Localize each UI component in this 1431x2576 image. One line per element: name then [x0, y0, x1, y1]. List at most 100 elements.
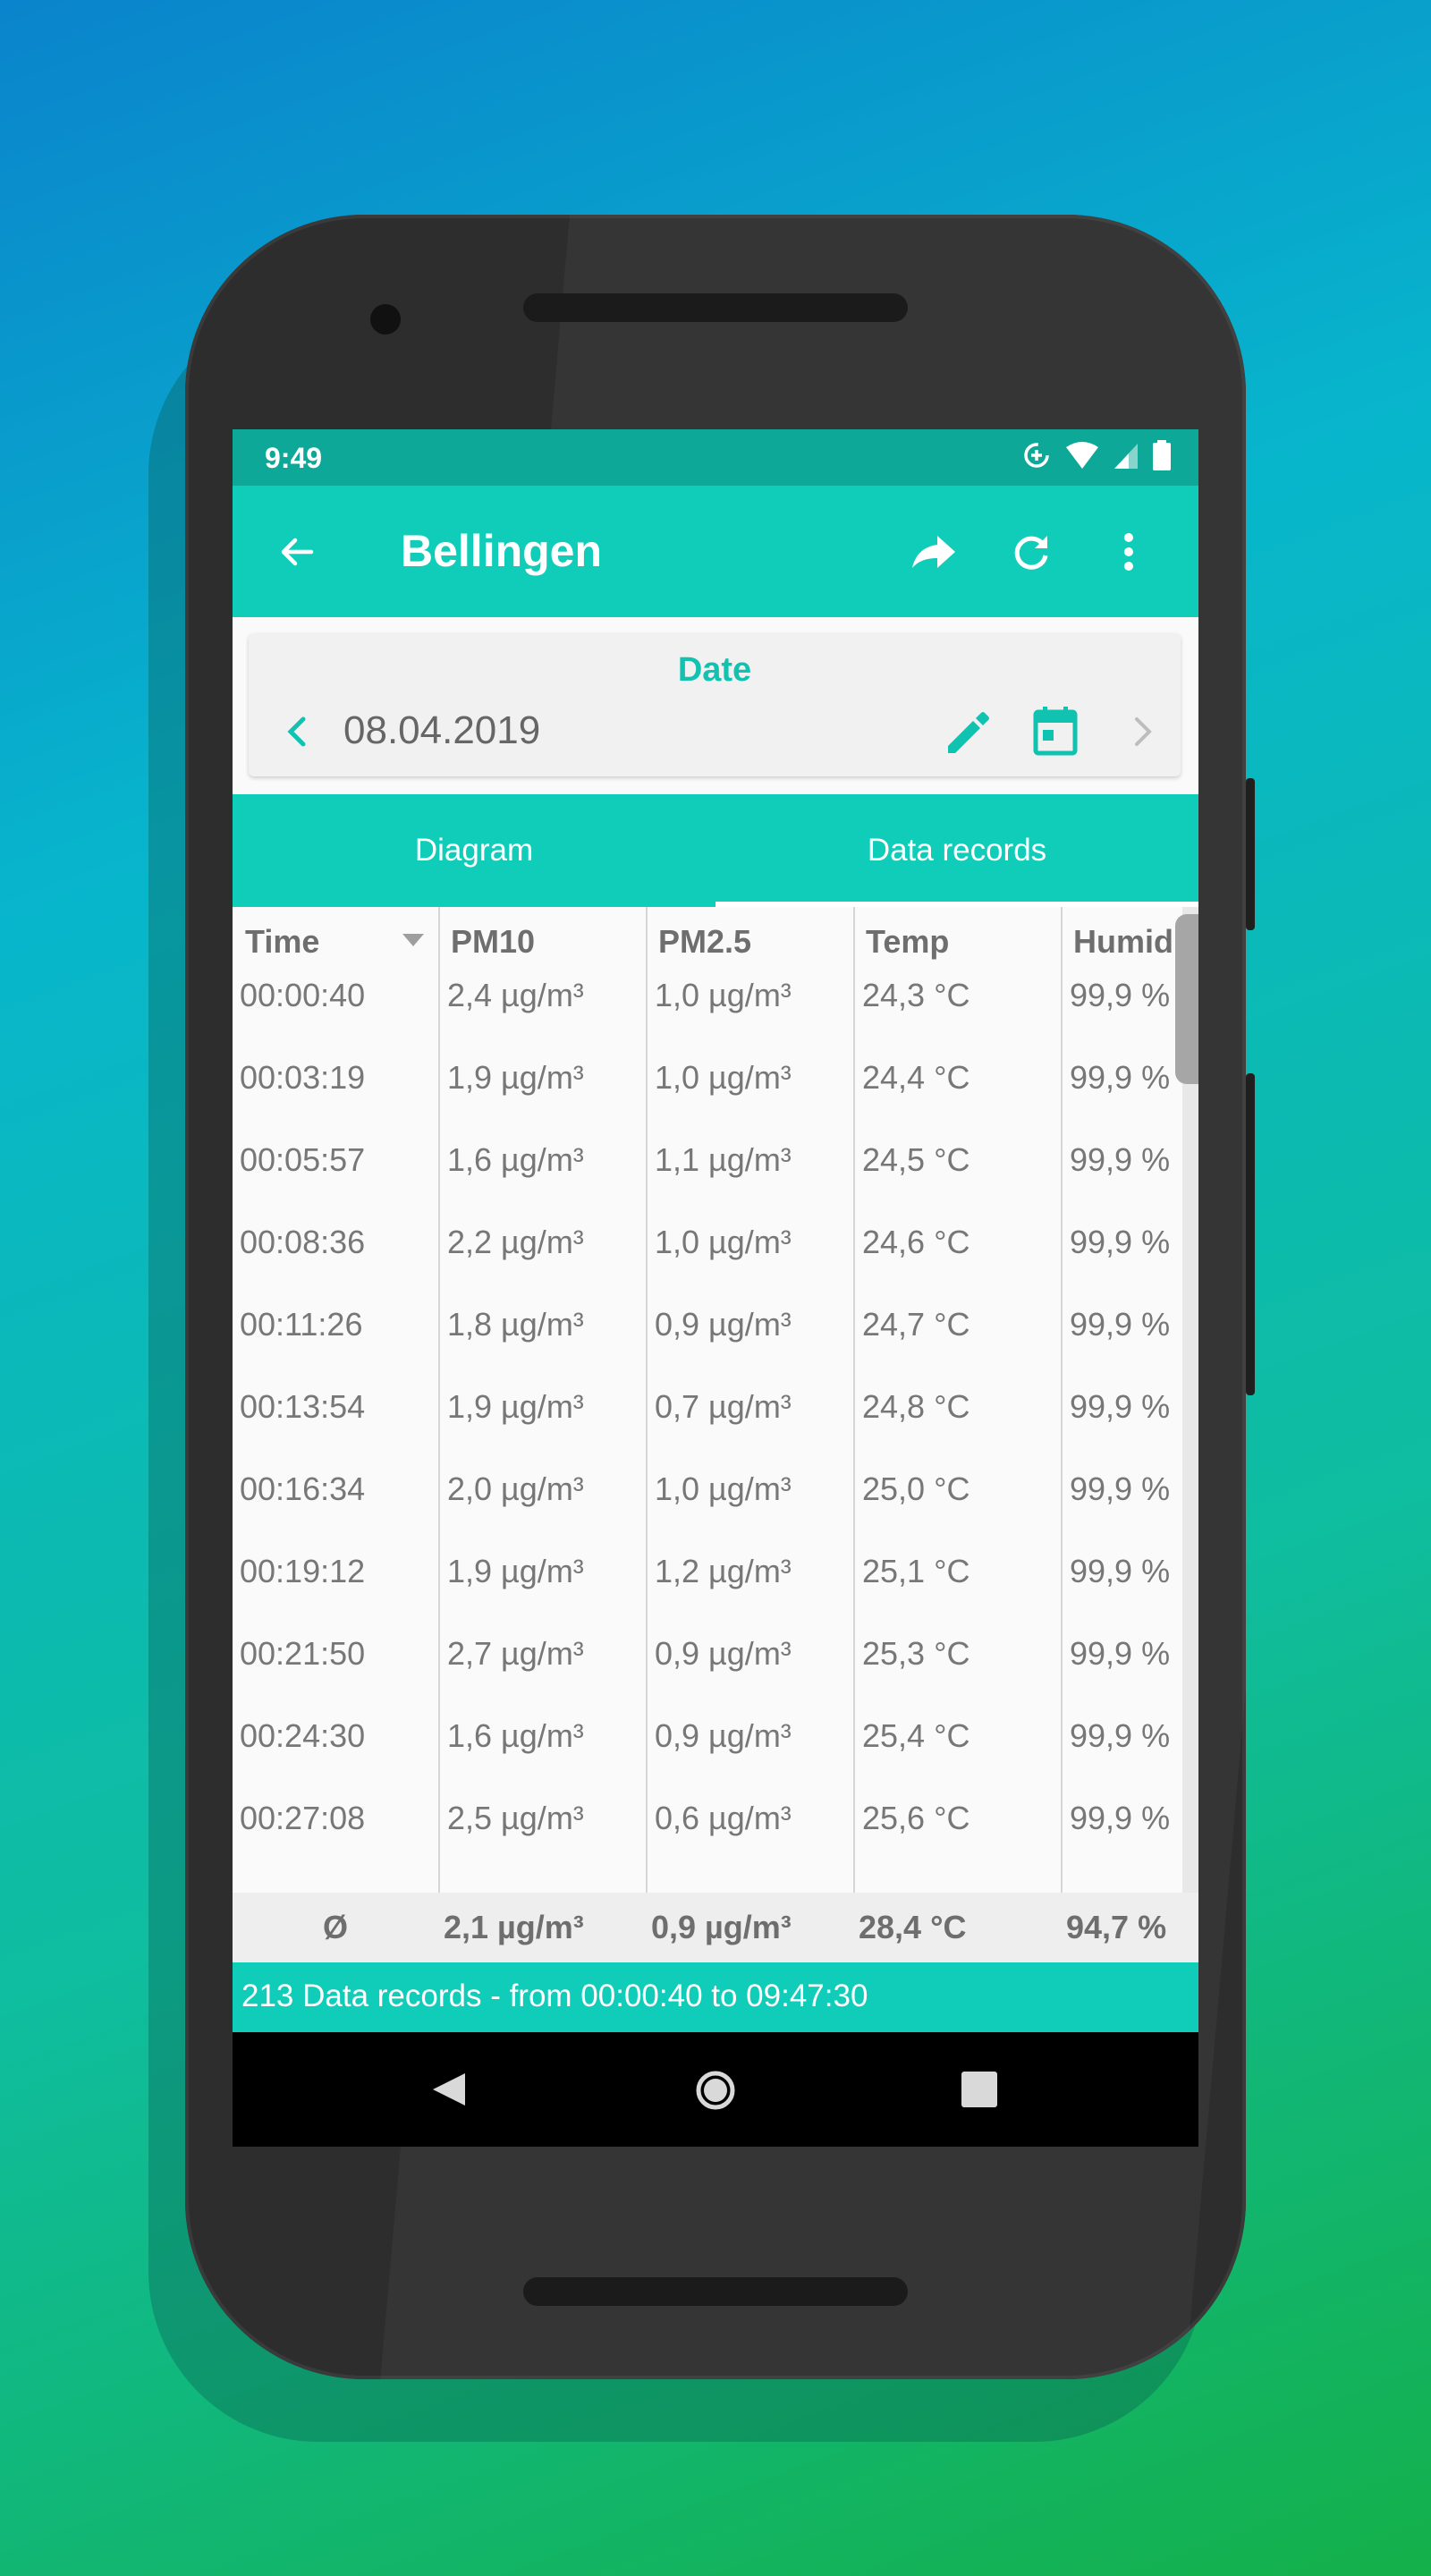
previous-day-button[interactable]	[261, 696, 333, 767]
cell-pm25: 1,0 µg/m³	[655, 977, 792, 1013]
calendar-button[interactable]	[1020, 696, 1091, 767]
next-day-button[interactable]	[1107, 696, 1179, 767]
table-row[interactable]: 00:27:08 2,5 µg/m³ 0,6 µg/m³ 25,6 °C 99,9 %	[233, 1800, 1198, 1882]
date-label: Date	[677, 651, 752, 689]
tab-data-records-label: Data records	[867, 833, 1047, 868]
cell-time: 00:21:50	[240, 1635, 366, 1672]
cell-pm10: 2,5 µg/m³	[447, 1800, 584, 1836]
phone-screen: 9:49 Bellingen Date 08.04.2019 Diagram D…	[233, 429, 1198, 2147]
tab-bar: Diagram Data records	[233, 794, 1198, 907]
cell-pm25: 0,9 µg/m³	[655, 1717, 792, 1754]
table-row[interactable]: 00:11:26 1,8 µg/m³ 0,9 µg/m³ 24,7 °C 99,9 %	[233, 1306, 1198, 1388]
table-row[interactable]: 00:00:40 2,4 µg/m³ 1,0 µg/m³ 24,3 °C 99,9 %	[233, 977, 1198, 1059]
records-summary: 213 Data records - from 00:00:40 to 09:4…	[241, 1979, 868, 2013]
more-vert-icon	[1124, 533, 1133, 571]
nav-recents-icon[interactable]	[961, 2072, 997, 2107]
header-pm10[interactable]: PM10	[451, 923, 535, 961]
status-bar: 9:49	[233, 429, 1198, 486]
date-value[interactable]: 08.04.2019	[343, 708, 540, 753]
cell-humidity: 99,9 %	[1070, 1224, 1171, 1260]
records-summary-bar: 213 Data records - from 00:00:40 to 09:4…	[233, 1962, 1198, 2032]
data-table[interactable]: Time PM10 PM2.5 Temp Humidi 00:00:40 2,4 …	[233, 907, 1198, 1962]
power-button	[1246, 778, 1255, 930]
wifi-icon	[1066, 442, 1098, 469]
bottom-speaker	[523, 2277, 908, 2306]
table-row[interactable]: 00:16:34 2,0 µg/m³ 1,0 µg/m³ 25,0 °C 99,9 %	[233, 1470, 1198, 1553]
average-temp: 28,4 °C	[859, 1909, 967, 1945]
cell-pm10: 1,9 µg/m³	[447, 1059, 584, 1096]
front-camera	[370, 304, 401, 335]
header-time[interactable]: Time	[245, 923, 319, 961]
app-bar: Bellingen	[233, 486, 1198, 617]
cell-temp: 25,0 °C	[862, 1470, 970, 1507]
cell-pm10: 2,7 µg/m³	[447, 1635, 584, 1672]
cell-pm10: 2,2 µg/m³	[447, 1224, 584, 1260]
cell-time: 00:11:26	[240, 1306, 363, 1343]
table-row[interactable]: 00:03:19 1,9 µg/m³ 1,0 µg/m³ 24,4 °C 99,9 %	[233, 1059, 1198, 1141]
cell-pm25: 0,9 µg/m³	[655, 1306, 792, 1343]
signal-icon	[1114, 444, 1138, 469]
cell-humidity: 99,9 %	[1070, 1553, 1171, 1589]
sort-arrow-icon[interactable]	[402, 934, 424, 946]
cell-pm10: 2,4 µg/m³	[447, 977, 584, 1013]
cell-humidity: 99,9 %	[1070, 1635, 1171, 1672]
date-card: Date 08.04.2019	[249, 633, 1181, 776]
cell-temp: 25,6 °C	[862, 1800, 970, 1836]
cell-temp: 24,3 °C	[862, 977, 970, 1013]
header-temp[interactable]: Temp	[866, 923, 949, 961]
nav-home-icon[interactable]	[693, 2068, 738, 2113]
share-button[interactable]	[898, 516, 970, 588]
table-row[interactable]: 00:08:36 2,2 µg/m³ 1,0 µg/m³ 24,6 °C 99,9 %	[233, 1224, 1198, 1306]
back-button[interactable]	[261, 516, 333, 588]
average-pm25: 0,9 µg/m³	[651, 1909, 792, 1945]
cell-temp: 24,7 °C	[862, 1306, 970, 1343]
header-pm25[interactable]: PM2.5	[658, 923, 751, 961]
average-row: Ø 2,1 µg/m³ 0,9 µg/m³ 28,4 °C 94,7 %	[233, 1893, 1198, 1962]
table-row[interactable]: 00:19:12 1,9 µg/m³ 1,2 µg/m³ 25,1 °C 99,9 %	[233, 1553, 1198, 1635]
table-row[interactable]: 00:24:30 1,6 µg/m³ 0,9 µg/m³ 25,4 °C 99,9 %	[233, 1717, 1198, 1800]
cell-pm25: 1,1 µg/m³	[655, 1141, 792, 1178]
table-row[interactable]: 00:21:50 2,7 µg/m³ 0,9 µg/m³ 25,3 °C 99,9 %	[233, 1635, 1198, 1717]
cell-pm25: 1,0 µg/m³	[655, 1224, 792, 1260]
cell-pm25: 1,0 µg/m³	[655, 1470, 792, 1507]
cell-pm10: 1,8 µg/m³	[447, 1306, 584, 1343]
refresh-icon	[1014, 536, 1048, 570]
cell-pm25: 1,2 µg/m³	[655, 1553, 792, 1589]
battery-icon	[1153, 440, 1171, 470]
volume-button	[1246, 1073, 1255, 1395]
cell-temp: 25,3 °C	[862, 1635, 970, 1672]
share-arrow-icon	[912, 536, 955, 568]
cell-time: 00:05:57	[240, 1141, 366, 1178]
table-row[interactable]: 00:13:54 1,9 µg/m³ 0,7 µg/m³ 24,8 °C 99,9 %	[233, 1388, 1198, 1470]
cell-temp: 24,8 °C	[862, 1388, 970, 1425]
cell-time: 00:24:30	[240, 1717, 366, 1754]
refresh-button[interactable]	[995, 516, 1067, 588]
cell-temp: 24,4 °C	[862, 1059, 970, 1096]
cell-temp: 24,6 °C	[862, 1224, 970, 1260]
cell-pm25: 0,9 µg/m³	[655, 1635, 792, 1672]
page-title: Bellingen	[401, 526, 603, 576]
tab-data-records[interactable]: Data records	[716, 794, 1198, 907]
cell-temp: 24,5 °C	[862, 1141, 970, 1178]
cell-humidity: 99,9 %	[1070, 1059, 1171, 1096]
header-humidity[interactable]: Humidi	[1073, 923, 1182, 961]
nav-back-icon[interactable]	[429, 2070, 469, 2109]
scrollbar-thumb[interactable]	[1175, 914, 1198, 1084]
tab-diagram-label: Diagram	[414, 833, 534, 868]
cell-pm10: 1,9 µg/m³	[447, 1553, 584, 1589]
arrow-back-icon	[281, 538, 314, 566]
average-pm10: 2,1 µg/m³	[444, 1909, 584, 1945]
cell-temp: 25,1 °C	[862, 1553, 970, 1589]
cell-time: 00:13:54	[240, 1388, 366, 1425]
cell-time: 00:08:36	[240, 1224, 366, 1260]
overflow-menu-button[interactable]	[1093, 516, 1164, 588]
cell-time: 00:03:19	[240, 1059, 366, 1096]
cell-humidity: 99,9 %	[1070, 1800, 1171, 1836]
data-saver-icon	[1024, 443, 1049, 468]
system-nav-bar	[233, 2032, 1198, 2147]
cell-pm10: 2,0 µg/m³	[447, 1470, 584, 1507]
edit-date-button[interactable]	[932, 696, 1003, 767]
tab-diagram[interactable]: Diagram	[233, 794, 716, 907]
cell-humidity: 99,9 %	[1070, 1388, 1171, 1425]
table-row[interactable]: 00:05:57 1,6 µg/m³ 1,1 µg/m³ 24,5 °C 99,9 %	[233, 1141, 1198, 1224]
